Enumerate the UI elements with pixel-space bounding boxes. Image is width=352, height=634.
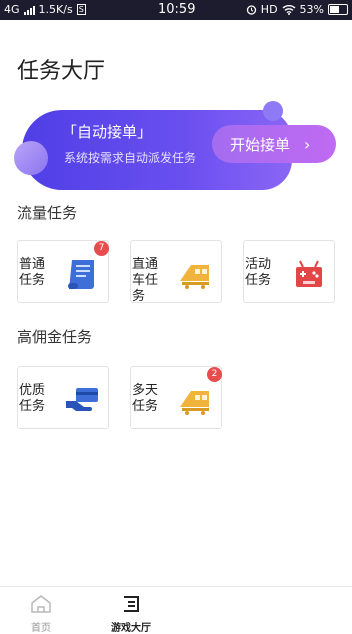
hall-icon [124,596,139,612]
home-icon [31,595,51,613]
tab-home[interactable]: 首页 [0,587,86,634]
task-card-express[interactable]: 直通车任务 [130,240,222,304]
gamepad-icon [296,260,322,287]
banner-title: 「自动接单」 [62,123,153,141]
start-button-label: 开始接单 [230,135,291,154]
badge-count: 7 [94,241,109,256]
status-time: 10:59 [158,2,196,17]
card-hand-icon [66,388,98,411]
battery-percent: 53% [299,3,324,16]
page-title: 任务大厅 [17,59,106,84]
badge-count: 2 [207,367,222,382]
bottom-tab-bar: 首页 游戏大厅 [0,586,352,634]
card-label: 优质任务 [19,383,46,414]
card-label: 直通车任务 [132,257,159,304]
start-accepting-button[interactable]: 开始接单 › [212,125,336,163]
tab-game-hall[interactable]: 游戏大厅 [86,587,176,634]
task-card-multi-day[interactable]: 多天任务 2 [130,366,222,429]
status-bar: 4G 1.5K/s S 10:59 HD 53% [0,0,352,20]
card-label: 普通任务 [19,257,46,288]
task-card-normal[interactable]: 普通任务 7 [17,240,109,303]
decor-bubble-right [263,101,283,121]
card-label: 活动任务 [245,257,272,288]
hd-label: HD [260,3,278,16]
status-right: HD 53% [246,3,348,16]
task-card-activity[interactable]: 活动任务 [243,240,335,303]
alarm-icon [246,5,256,15]
decor-bubble-left [14,141,48,175]
chevron-right-icon: › [304,134,311,154]
s-badge: S [76,4,86,15]
card-label: 多天任务 [132,383,159,414]
banner-subtitle: 系统按需求自动派发任务 [64,151,197,165]
network-speed: 1.5K/s [38,3,73,16]
signal-icon [23,5,35,15]
train-icon [180,265,209,289]
battery-icon [328,4,348,15]
section-title-traffic: 流量任务 [17,204,78,222]
status-left: 4G 1.5K/s S [4,3,86,16]
section-title-high-commission: 高佣金任务 [17,328,93,346]
wifi-icon [282,5,296,15]
network-type: 4G [4,3,20,16]
task-card-premium[interactable]: 优质任务 [17,366,109,429]
scroll-document-icon [68,260,94,289]
train-icon [180,391,209,415]
